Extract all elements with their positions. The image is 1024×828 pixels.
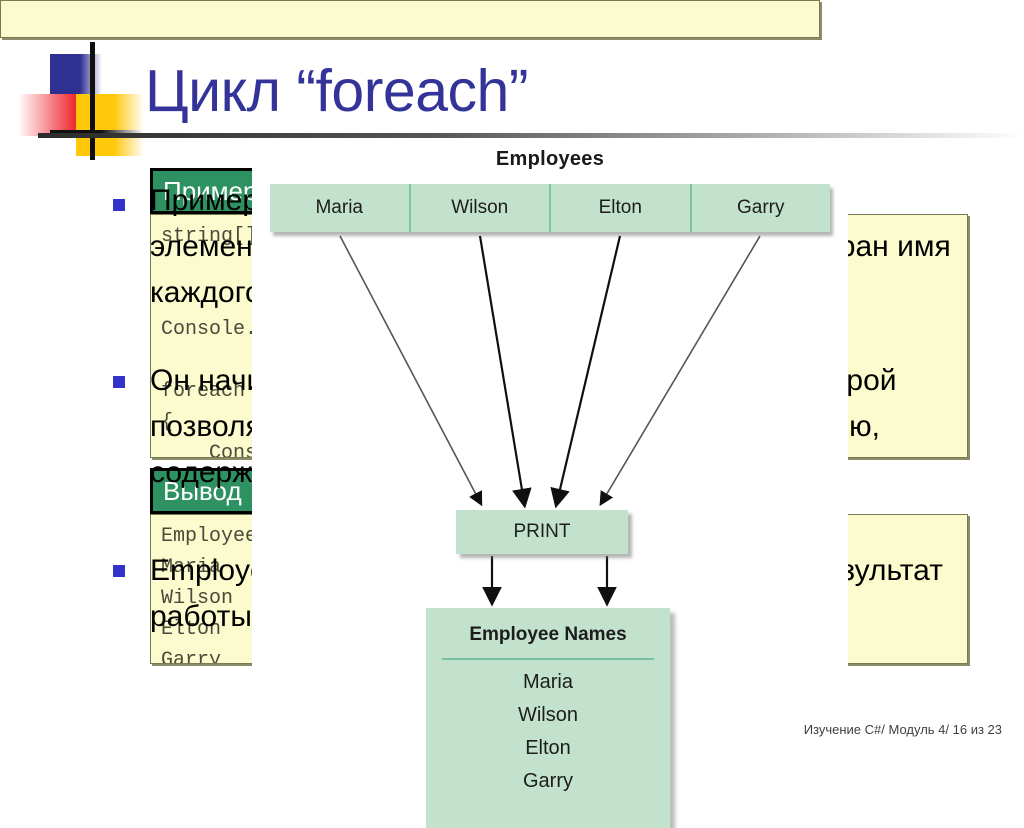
- employee-name-item: Wilson: [517, 704, 578, 726]
- employee-name-item: Garry: [523, 770, 573, 792]
- page-title: Цикл “foreach”: [145, 58, 528, 124]
- employee-name-item: Maria: [522, 671, 573, 693]
- employee-name-item: Elton: [525, 737, 571, 759]
- employee-names-divider: [442, 658, 654, 660]
- title-divider: [38, 133, 1024, 138]
- bullet-marker-3: [113, 565, 125, 577]
- foreach-diagram: Employees Maria Wilson Elton Garry PRINT…: [252, 140, 848, 828]
- bullet-marker-1: [113, 199, 125, 211]
- decorative-logo: [16, 42, 144, 160]
- employee-names-box: Employee Names Maria Wilson Elton Garry: [426, 608, 670, 828]
- print-process-box: PRINT: [456, 510, 628, 554]
- slide-footer: Изучение C#/ Модуль 4/ 16 из 23: [803, 722, 1002, 737]
- extra-code-block: [0, 0, 820, 38]
- slide: Цикл “foreach” Пример string[] employees…: [0, 0, 1024, 828]
- employee-names-title: Employee Names: [469, 624, 627, 645]
- bullet-marker-2: [113, 376, 125, 388]
- employee-names-list: Maria Wilson Elton Garry: [426, 666, 670, 798]
- logo-vertical-bar: [90, 42, 95, 160]
- logo-yellow-rectangle: [76, 94, 144, 156]
